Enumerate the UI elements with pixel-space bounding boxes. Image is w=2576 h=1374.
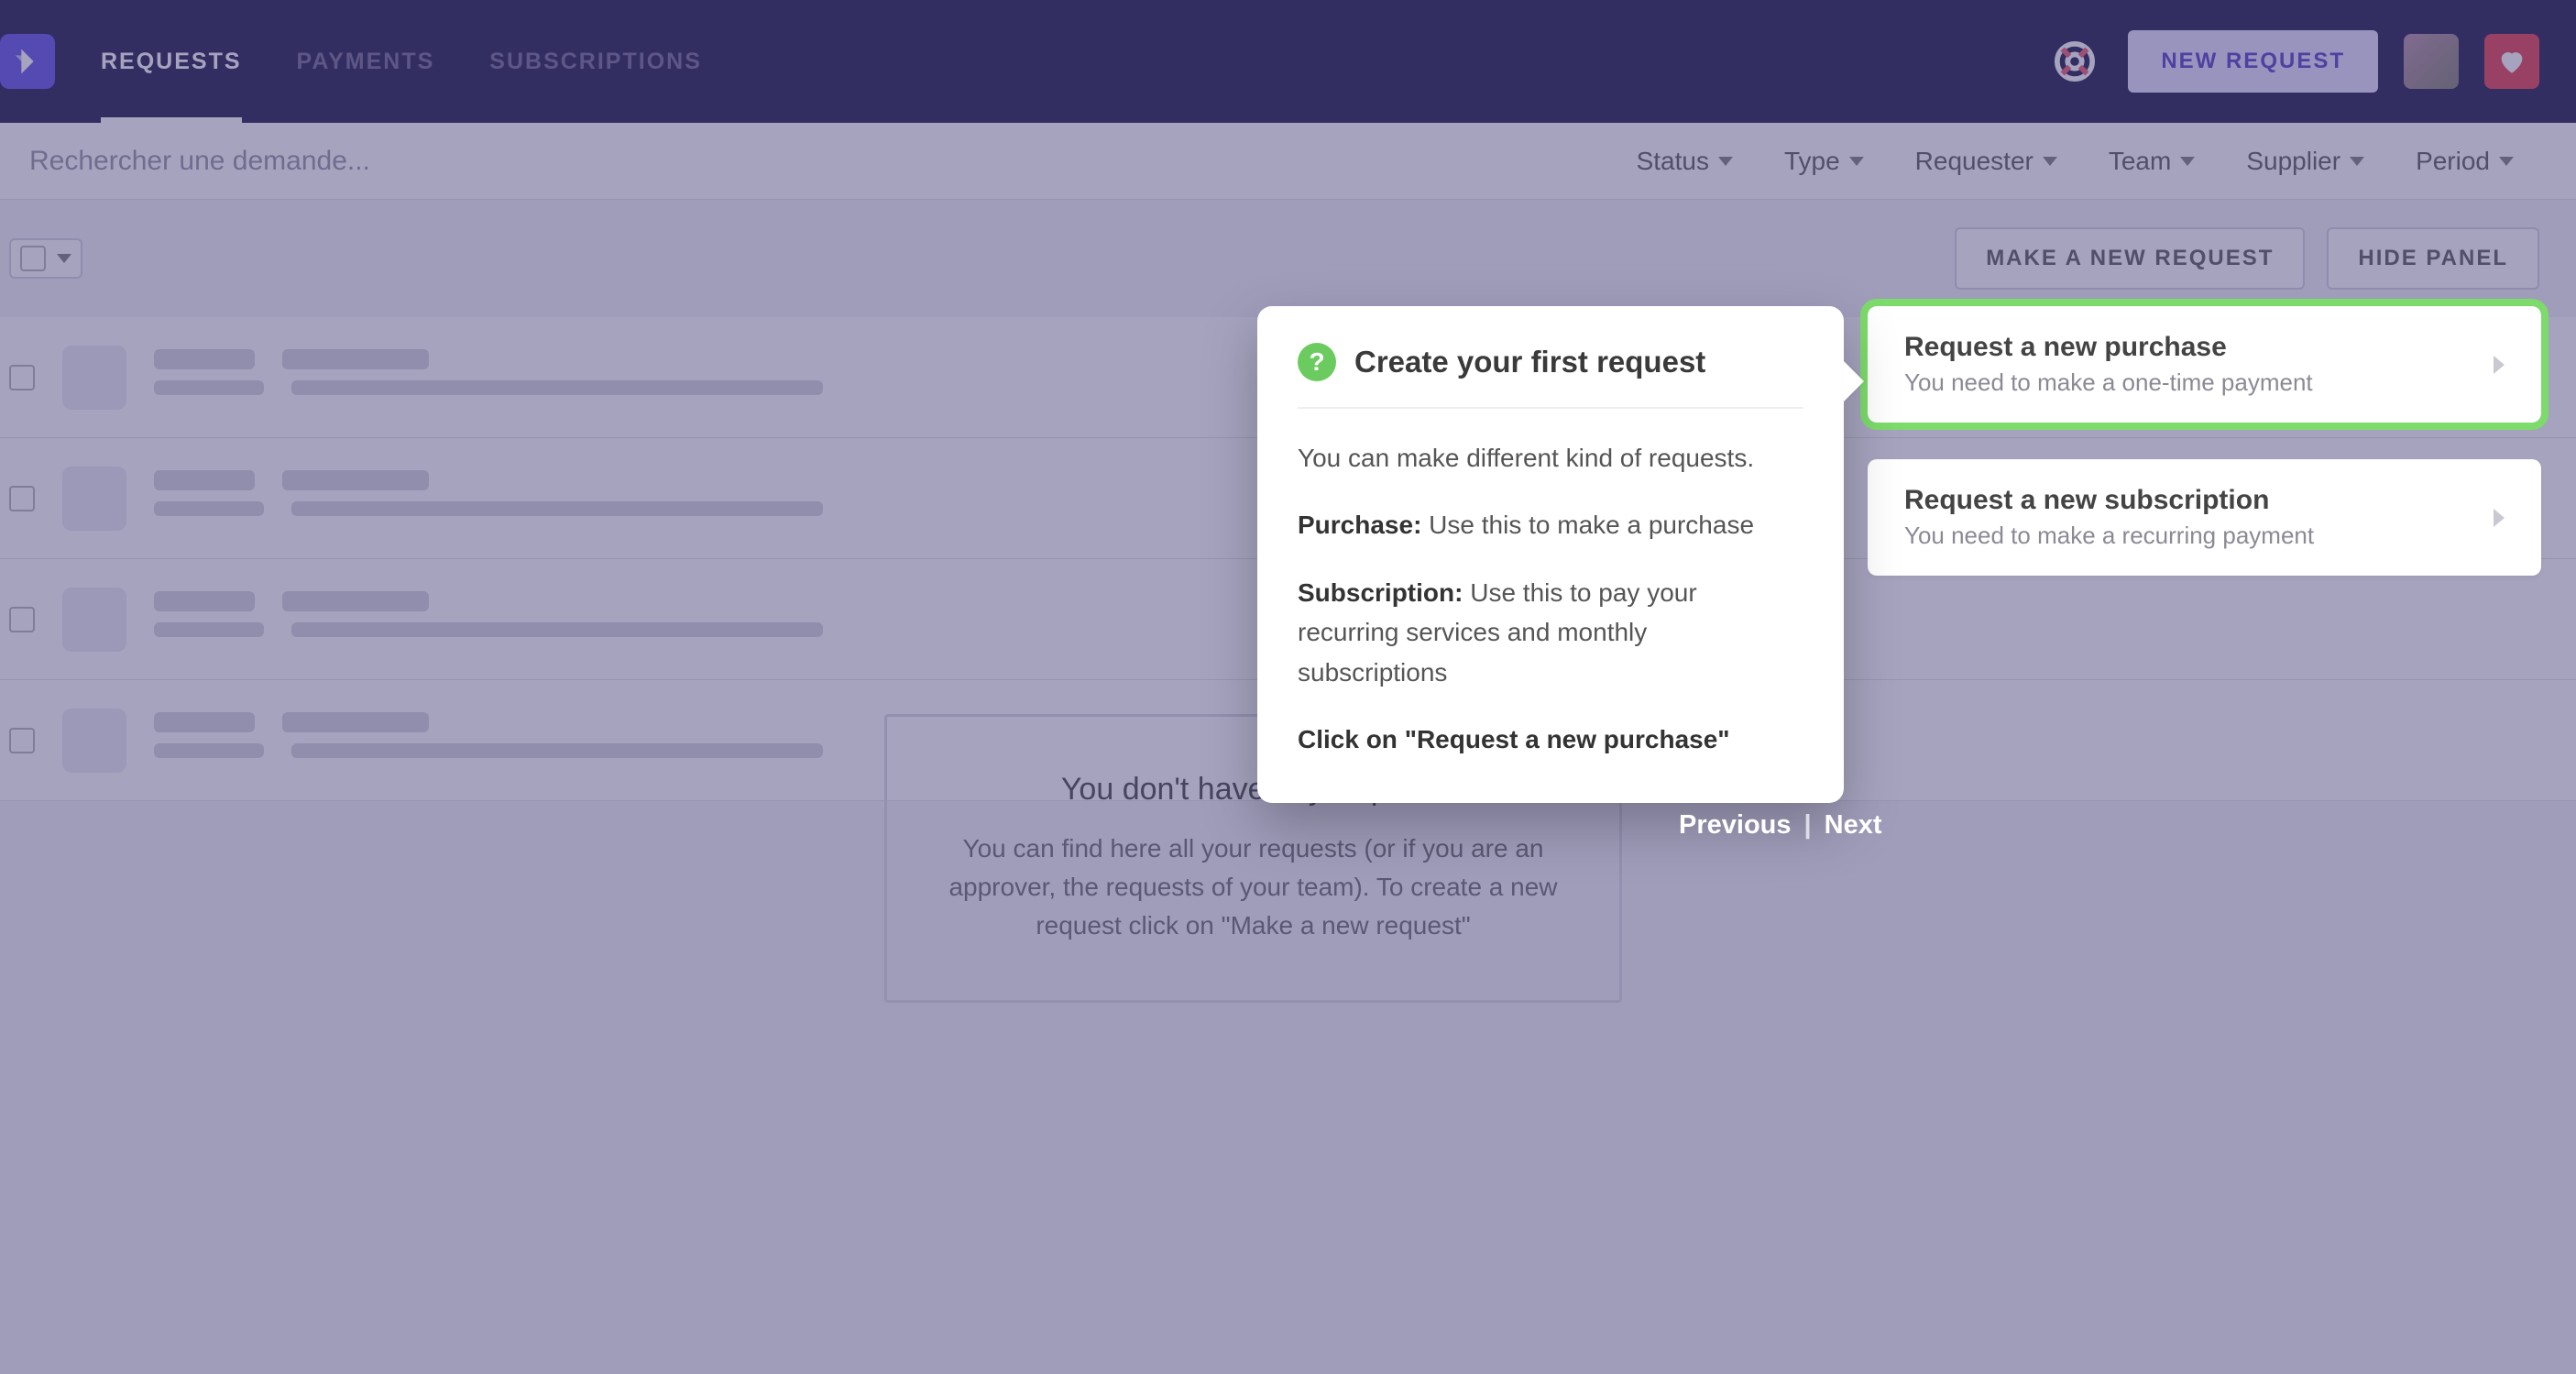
onboarding-popover: ? Create your first request You can make…: [1257, 306, 1844, 803]
filter-type[interactable]: Type: [1759, 147, 1890, 176]
row-avatar: [62, 346, 126, 410]
filter-status-label: Status: [1637, 147, 1709, 176]
card-title: Request a new subscription: [1904, 485, 2472, 516]
chevron-down-icon: [2350, 157, 2364, 166]
request-subscription-card[interactable]: Request a new subscription You need to m…: [1868, 459, 2541, 576]
filter-team[interactable]: Team: [2083, 147, 2220, 176]
next-button[interactable]: Next: [1825, 810, 1882, 841]
row-avatar: [62, 467, 126, 531]
filter-status[interactable]: Status: [1611, 147, 1759, 176]
make-new-request-button[interactable]: MAKE A NEW REQUEST: [1955, 227, 2305, 290]
nav-requests[interactable]: REQUESTS: [101, 1, 242, 123]
select-all-checkbox[interactable]: [20, 246, 46, 271]
search-input[interactable]: [27, 145, 852, 178]
bold-label: Subscription:: [1298, 578, 1463, 607]
card-subtitle: You need to make a recurring payment: [1904, 522, 2472, 550]
app-logo[interactable]: [0, 34, 55, 89]
bold-label: Purchase:: [1298, 511, 1421, 539]
filter-bar: Status Type Requester Team Supplier Peri…: [0, 123, 2576, 200]
new-request-button[interactable]: NEW REQUEST: [2128, 30, 2378, 93]
card-subtitle: You need to make a one-time payment: [1904, 368, 2472, 397]
help-icon[interactable]: [2047, 34, 2102, 89]
filter-period-label: Period: [2416, 147, 2490, 176]
popover-text: You can make different kind of requests.: [1298, 438, 1803, 478]
user-avatar[interactable]: [2404, 34, 2459, 89]
divider: |: [1804, 810, 1812, 841]
row-avatar: [62, 709, 126, 773]
previous-button[interactable]: Previous: [1679, 810, 1792, 841]
filter-requester-label: Requester: [1915, 147, 2033, 176]
filter-supplier[interactable]: Supplier: [2220, 147, 2390, 176]
row-checkbox[interactable]: [9, 486, 35, 511]
chevron-down-icon: [2043, 157, 2057, 166]
chevron-down-icon: [1849, 157, 1864, 166]
row-checkbox[interactable]: [9, 728, 35, 753]
nav-payments[interactable]: PAYMENTS: [297, 1, 435, 123]
chevron-right-icon: [2494, 509, 2505, 527]
popover-text: Subscription: Use this to pay your recur…: [1298, 573, 1803, 692]
nav-subscriptions[interactable]: SUBSCRIPTIONS: [489, 1, 702, 123]
inline-text: Use this to make a purchase: [1421, 511, 1754, 539]
onboarding-nav: Previous | Next: [1679, 810, 1881, 841]
filter-supplier-label: Supplier: [2246, 147, 2340, 176]
select-all-dropdown[interactable]: [9, 238, 82, 279]
chevron-down-icon: [2180, 157, 2195, 166]
filter-team-label: Team: [2109, 147, 2171, 176]
row-checkbox[interactable]: [9, 365, 35, 390]
help-icon: ?: [1298, 343, 1336, 381]
logo-icon: [9, 43, 46, 80]
favorites-icon[interactable]: [2484, 34, 2539, 89]
card-title: Request a new purchase: [1904, 332, 2472, 363]
row-avatar: [62, 588, 126, 652]
chevron-down-icon: [2499, 157, 2514, 166]
chevron-right-icon: [2494, 356, 2505, 374]
filter-type-label: Type: [1784, 147, 1840, 176]
chevron-down-icon: [1718, 157, 1733, 166]
empty-subtitle: You can find here all your requests (or …: [933, 830, 1573, 945]
filter-period[interactable]: Period: [2390, 147, 2539, 176]
request-purchase-card[interactable]: Request a new purchase You need to make …: [1868, 306, 2541, 423]
popover-title: Create your first request: [1354, 345, 1705, 379]
hide-panel-button[interactable]: HIDE PANEL: [2327, 227, 2539, 290]
filter-requester[interactable]: Requester: [1890, 147, 2083, 176]
row-checkbox[interactable]: [9, 607, 35, 632]
popover-text: Purchase: Use this to make a purchase: [1298, 505, 1803, 544]
action-row: MAKE A NEW REQUEST HIDE PANEL: [0, 200, 2576, 317]
top-nav: REQUESTS PAYMENTS SUBSCRIPTIONS NEW REQU…: [0, 0, 2576, 123]
chevron-down-icon: [57, 254, 71, 263]
popover-cta: Click on "Request a new purchase": [1298, 720, 1803, 759]
